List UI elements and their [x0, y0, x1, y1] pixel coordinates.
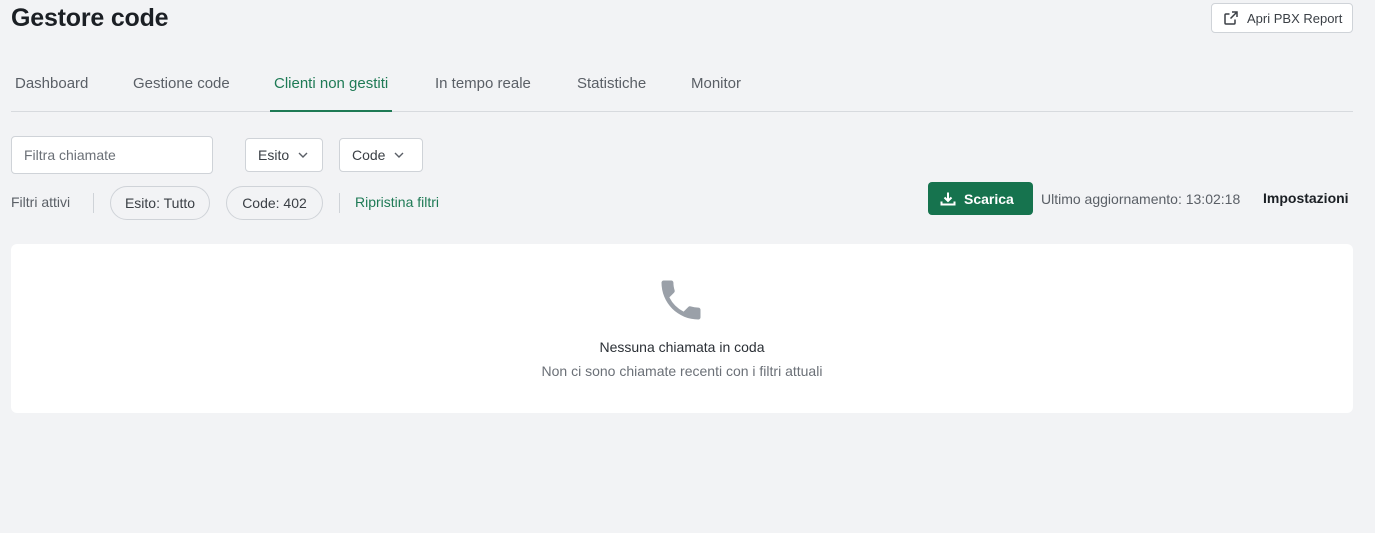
- empty-state-title: Nessuna chiamata in coda: [599, 339, 765, 355]
- tab-dashboard[interactable]: Dashboard: [15, 75, 88, 111]
- esito-dropdown[interactable]: Esito: [245, 138, 323, 172]
- page: Gestore code Apri PBX Report Dashboard G…: [0, 0, 1375, 533]
- filter-chip-code[interactable]: Code: 402: [226, 186, 323, 220]
- settings-link[interactable]: Impostazioni: [1263, 190, 1349, 206]
- external-link-icon: [1224, 11, 1238, 25]
- page-title: Gestore code: [11, 4, 169, 32]
- open-pbx-report-button[interactable]: Apri PBX Report: [1211, 3, 1353, 33]
- last-update-text: Ultimo aggiornamento: 13:02:18: [1041, 191, 1241, 207]
- code-dropdown-label: Code: [352, 147, 386, 163]
- tab-monitor[interactable]: Monitor: [691, 75, 741, 111]
- divider: [339, 193, 340, 213]
- empty-state-subtitle: Non ci sono chiamate recenti con i filtr…: [541, 363, 823, 379]
- tab-in-tempo-reale[interactable]: In tempo reale: [435, 75, 531, 111]
- chevron-down-icon: [298, 152, 308, 158]
- code-dropdown[interactable]: Code: [339, 138, 423, 172]
- tab-gestione-code[interactable]: Gestione code: [133, 75, 230, 111]
- empty-state-panel: [11, 244, 1353, 413]
- phone-icon: [661, 280, 701, 320]
- download-button[interactable]: Scarica: [928, 182, 1033, 215]
- tab-clienti-non-gestiti[interactable]: Clienti non gestiti: [269, 75, 393, 112]
- tab-statistiche[interactable]: Statistiche: [577, 75, 646, 111]
- active-filters-label: Filtri attivi: [11, 194, 71, 210]
- download-icon: [940, 192, 956, 205]
- reset-filters-link[interactable]: Ripristina filtri: [355, 194, 439, 210]
- filter-chip-esito[interactable]: Esito: Tutto: [110, 186, 210, 220]
- tab-bar: Dashboard Gestione code Clienti non gest…: [11, 64, 1353, 112]
- filter-calls-input[interactable]: [11, 136, 213, 174]
- open-pbx-report-label: Apri PBX Report: [1247, 10, 1343, 26]
- divider: [93, 193, 94, 213]
- download-button-label: Scarica: [964, 190, 1014, 207]
- esito-dropdown-label: Esito: [258, 147, 290, 163]
- chevron-down-icon: [394, 152, 404, 158]
